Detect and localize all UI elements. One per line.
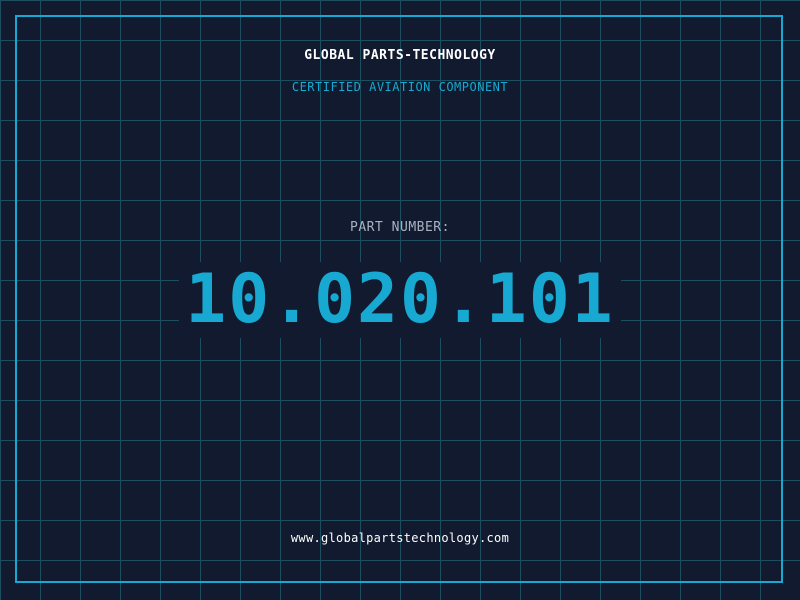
part-number-value: 10.020.101 xyxy=(179,262,621,338)
part-number-container: 10.020.101 xyxy=(0,262,800,338)
company-name: GLOBAL PARTS-TECHNOLOGY xyxy=(304,48,496,63)
certification-subtitle: CERTIFIED AVIATION COMPONENT xyxy=(291,80,509,94)
part-number-label: PART NUMBER: xyxy=(350,220,450,235)
certificate-page: GLOBAL PARTS-TECHNOLOGY CERTIFIED AVIATI… xyxy=(0,0,800,600)
website-link[interactable]: www.globalpartstechnology.com xyxy=(0,531,800,545)
